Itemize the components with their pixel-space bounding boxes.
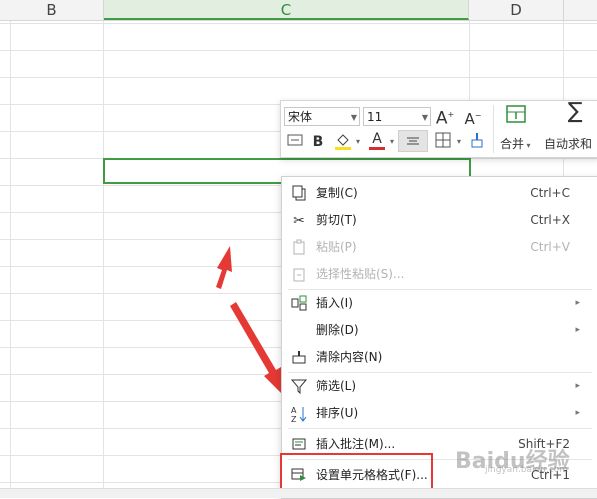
merge-label: 合并 [500,137,525,151]
font-color-dropdown[interactable]: ▾ [388,132,396,152]
menu-item-label: 选择性粘贴(S)... [316,267,405,281]
insert-cells-icon [290,295,308,313]
grow-font-button[interactable]: A+ [435,105,455,129]
font-size-value: 11 [367,110,383,124]
menu-item-sort[interactable]: AZ 排序(U) ▸ [282,400,597,427]
chevron-right-icon: ▸ [575,325,580,335]
chevron-right-icon: ▸ [575,298,580,308]
shrink-font-button[interactable]: A− [463,106,483,129]
toolbar-divider [493,105,494,153]
autosum-button[interactable]: 自动求和 [544,135,592,152]
font-size-select[interactable]: 11 ▼ [363,107,431,126]
copy-icon [290,185,308,203]
menu-item-label: 筛选(L) [316,379,357,393]
column-header-bar: B C D [0,0,597,21]
menu-item-label: 排序(U) [316,406,359,420]
menu-item-shortcut: Ctrl+X [530,213,570,227]
menu-item-shortcut: Ctrl+V [530,240,570,254]
chevron-down-icon: ▾ [355,137,360,146]
clipboard-icon [290,239,308,257]
column-header-b[interactable]: B [0,0,104,20]
chevron-down-icon: ▼ [421,113,428,122]
shrink-font-icon: A [464,110,475,128]
menu-item-label: 插入(I) [316,296,353,310]
menu-item-paste-special[interactable]: 选择性粘贴(S)... [282,261,597,288]
menu-item-label: 清除内容(N) [316,350,383,364]
wrap-text-icon [287,134,303,146]
format-painter-icon [471,133,483,148]
column-header-c[interactable]: C [104,0,469,20]
highlight-box [280,453,433,493]
borders-button[interactable] [433,131,455,155]
borders-dropdown[interactable]: ▾ [455,132,463,152]
grid-column-line [103,21,104,497]
column-b-label: B [46,1,57,19]
menu-item-label: 删除(D) [316,323,359,337]
menu-item-label: 剪切(T) [316,213,357,227]
chevron-down-icon: ▾ [456,137,461,146]
font-name-value: 宋体 [288,110,313,124]
annotation-arrows [216,246,284,396]
borders-icon [435,132,451,148]
column-header-d[interactable]: D [469,0,564,20]
menu-item-filter[interactable]: 筛选(L) ▸ [282,373,597,400]
menu-item-cut[interactable]: ✂ 剪切(T) Ctrl+X [282,207,597,234]
paste-special-icon [290,266,308,284]
watermark-url: jingyan.baidu.com [485,465,568,475]
chevron-down-icon: ▼ [350,113,357,122]
chevron-right-icon: ▸ [575,381,580,391]
autosum-label: 自动求和 [544,137,593,151]
watermark-url-text: jingyan.baidu.com [485,465,569,475]
grid-column-line [10,21,11,497]
menu-item-delete[interactable]: 删除(D) ▸ [282,317,597,344]
font-color-button[interactable]: A [367,131,387,150]
bold-button[interactable]: B [309,132,327,152]
format-painter-button[interactable] [467,131,487,155]
red-arrow-up [216,246,232,289]
red-arrow-down [230,302,284,396]
bold-icon: B [312,134,324,150]
merge-button[interactable]: 合并 ▾ [500,135,531,152]
font-name-select[interactable]: 宋体 ▼ [284,107,360,126]
merge-cells-icon [506,105,526,123]
menu-separator [288,428,592,429]
fill-color-button[interactable] [333,131,353,157]
sort-az-icon: AZ [290,405,308,424]
eraser-icon [290,349,308,367]
menu-item-copy[interactable]: 复制(C) Ctrl+C [282,180,597,207]
filter-icon [290,378,308,396]
comment-icon [290,436,308,454]
menu-item-shortcut: Ctrl+C [530,186,570,200]
sigma-icon: ∑ [567,99,583,124]
merge-icon[interactable] [503,104,529,126]
align-center-button[interactable] [398,130,428,152]
autosum-icon-button[interactable]: ∑ [562,99,588,124]
svg-text:Z: Z [291,415,297,423]
fill-color-dropdown[interactable]: ▾ [354,132,362,152]
grow-font-icon: A [435,108,448,129]
menu-item-paste[interactable]: 粘贴(P) Ctrl+V [282,234,597,261]
wrap-text-button[interactable] [286,132,304,154]
chevron-down-icon: ▾ [389,137,394,146]
menu-item-label: 粘贴(P) [316,240,357,254]
font-color-swatch [369,147,385,150]
column-d-label: D [510,1,522,19]
menu-item-insert[interactable]: 插入(I) ▸ [282,290,597,317]
column-c-label: C [280,1,292,19]
menu-item-clear[interactable]: 清除内容(N) [282,344,597,371]
paint-bucket-icon [335,134,351,150]
chevron-right-icon: ▸ [575,408,580,418]
menu-item-label: 复制(C) [316,186,358,200]
align-center-icon [407,137,419,145]
scissors-icon: ✂ [293,213,305,229]
svg-text:A: A [291,406,297,415]
font-color-icon: A [372,131,382,147]
mini-format-toolbar: 宋体 ▼ 11 ▼ A+ A− 合并 ▾ ∑ 自动求和 B ▾ A ▾ ▾ [280,100,597,158]
